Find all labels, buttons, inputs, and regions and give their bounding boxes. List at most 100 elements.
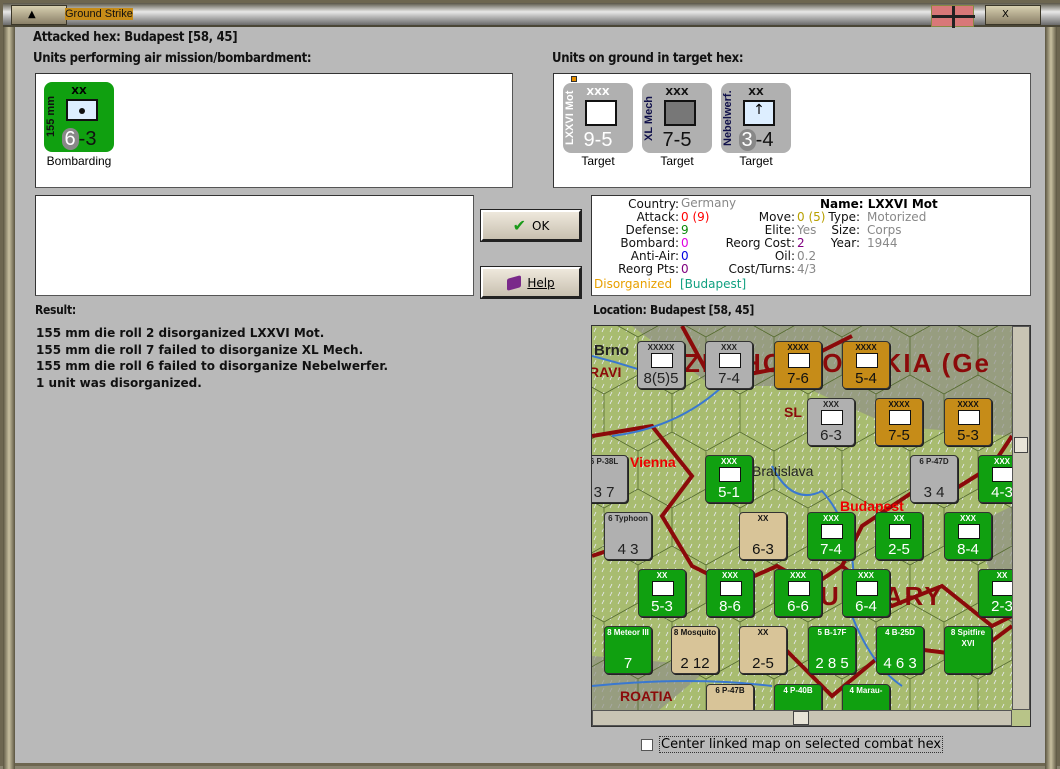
combat-map[interactable]: Brno RAVI ZECHOSLOVAKIA (Ge SL A Vienna … bbox=[591, 325, 1031, 727]
map-unit-counter[interactable]: XXXXX 8(5)5 bbox=[637, 341, 685, 389]
unit-symbol-icon bbox=[685, 638, 707, 653]
map-unit-counter[interactable]: XXX 6-6 bbox=[774, 569, 822, 617]
right-frame bbox=[1045, 27, 1057, 769]
map-label-moravia: RAVI bbox=[591, 364, 622, 380]
close-button[interactable]: X bbox=[985, 5, 1041, 25]
map-unit-counter[interactable]: 8 Meteor III 7 bbox=[604, 626, 652, 674]
map-horizontal-scrollbar[interactable] bbox=[592, 710, 1012, 726]
country-value: Germany bbox=[681, 196, 737, 210]
counter-echelon: XXX bbox=[822, 514, 839, 523]
location-label: Location: Budapest [58, 45] bbox=[593, 303, 755, 317]
counter-strength: 8-4 bbox=[957, 541, 979, 558]
motorized-infantry-symbol-icon bbox=[585, 100, 617, 126]
map-vertical-scrollbar[interactable] bbox=[1012, 326, 1030, 710]
ground-strike-window: ▲ Ground Strike X Attacked hex: Budapest… bbox=[0, 0, 1060, 769]
unit-status: Target bbox=[660, 154, 694, 168]
map-unit-counter[interactable]: XXX 5-1 bbox=[705, 455, 753, 503]
unit-symbol-icon bbox=[822, 638, 844, 653]
map-unit-counter[interactable]: 6 Typhoon 4 3 bbox=[604, 512, 652, 560]
counter-echelon: XX bbox=[893, 514, 905, 523]
map-unit-counter[interactable]: 4 B-25D 4 6 3 bbox=[876, 626, 924, 674]
unit-counter-nebelwerfer[interactable]: Nebelwerf. XX ↑ 3 -4 bbox=[721, 83, 791, 153]
map-unit-counter[interactable]: XXX 7-4 bbox=[705, 341, 753, 389]
artillery-symbol-icon bbox=[66, 99, 98, 121]
unit-symbol-icon bbox=[889, 410, 911, 425]
counter-strength: 5-4 bbox=[855, 370, 877, 387]
counter-echelon: 4 Marau- bbox=[849, 686, 883, 695]
ground-units-label: Units on ground in target hex: bbox=[552, 51, 744, 66]
unit-counter-xl-mech[interactable]: XL Mech XXX 7-5 bbox=[642, 83, 712, 153]
help-book-icon bbox=[507, 274, 522, 291]
counter-echelon: XXX bbox=[857, 571, 874, 580]
counter-echelon: XXXXX bbox=[647, 343, 675, 352]
map-unit-counter[interactable]: XXXX 5-3 bbox=[944, 398, 992, 446]
unit-status: Target bbox=[739, 154, 773, 168]
map-unit-counter[interactable]: XXX 7-4 bbox=[807, 512, 855, 560]
reorg-pts-label: Reorg Pts: bbox=[618, 262, 679, 276]
map-unit-counter[interactable]: XX 2-5 bbox=[875, 512, 923, 560]
center-map-checkbox[interactable] bbox=[641, 738, 653, 751]
map-unit-counter[interactable]: 6 P-38L 3 7 bbox=[592, 455, 628, 503]
ok-button[interactable]: ✔ OK bbox=[480, 209, 582, 242]
counter-strength: 6-3 bbox=[752, 541, 774, 558]
unit-status: Bombarding bbox=[46, 154, 112, 168]
map-unit-counter[interactable]: XXX 8-4 bbox=[944, 512, 992, 560]
counter-echelon: XX bbox=[656, 571, 668, 580]
map-unit-counter[interactable]: XXX 8-6 bbox=[706, 569, 754, 617]
unit-symbol-icon bbox=[890, 638, 912, 653]
center-map-checkbox-label[interactable]: Center linked map on selected combat hex bbox=[659, 736, 944, 753]
horizontal-scroll-thumb[interactable] bbox=[793, 711, 809, 725]
map-unit-counter[interactable]: XX 2-5 bbox=[739, 626, 787, 674]
counter-echelon: XXXX bbox=[957, 400, 979, 409]
vertical-scroll-thumb[interactable] bbox=[1014, 437, 1028, 453]
unit-symbol-icon bbox=[958, 410, 980, 425]
counter-echelon: 6 P-47D bbox=[919, 457, 949, 466]
message-box bbox=[35, 195, 474, 296]
help-button[interactable]: Help bbox=[480, 266, 582, 299]
attacked-hex-label: Attacked hex: Budapest [58, 45] bbox=[33, 30, 238, 45]
reorg-pts-value: 0 bbox=[681, 262, 689, 276]
counter-strength: 4 6 3 bbox=[883, 655, 917, 672]
counter-strength: 8(5)5 bbox=[643, 370, 679, 387]
map-unit-counter[interactable]: XXXX 7-6 bbox=[774, 341, 822, 389]
result-list: 155 mm die roll 2 disorganized LXXVI Mot… bbox=[36, 325, 388, 391]
unit-status: Target bbox=[581, 154, 615, 168]
unit-counter-155mm[interactable]: 155 mm XX 6 -3 bbox=[44, 82, 114, 152]
unit-counter-lxxvi-mot[interactable]: LXXVI Mot XXX 9-5 bbox=[563, 83, 633, 153]
move-label: Move: bbox=[758, 210, 795, 224]
counter-strength: 7 bbox=[623, 655, 633, 672]
unit-symbol-icon bbox=[856, 353, 878, 368]
type-label: Type: bbox=[828, 210, 860, 224]
mechanized-symbol-icon bbox=[664, 100, 696, 126]
counter-strength: 2 8 5 bbox=[815, 655, 849, 672]
counter-echelon: XXX bbox=[720, 343, 737, 352]
air-units-label: Units performing air mission/bombardment… bbox=[33, 51, 312, 66]
map-unit-counter[interactable]: 5 B-17F 2 8 5 bbox=[808, 626, 856, 674]
unit-symbol-icon bbox=[958, 524, 980, 539]
map-unit-counter[interactable]: XX 5-3 bbox=[638, 569, 686, 617]
center-map-checkbox-row[interactable]: Center linked map on selected combat hex bbox=[641, 736, 944, 753]
bombard-label: Bombard: bbox=[620, 236, 679, 250]
year-value: 1944 bbox=[867, 236, 898, 250]
unit-symbol-icon bbox=[652, 581, 674, 596]
unit-symbol-icon bbox=[924, 467, 946, 482]
map-unit-counter[interactable]: 8 Spitfire XVI bbox=[944, 626, 992, 674]
counter-strength: 5-3 bbox=[651, 598, 673, 615]
german-flag-icon bbox=[931, 5, 975, 28]
unit-symbol-icon bbox=[821, 410, 843, 425]
counter-echelon: XXX bbox=[721, 571, 738, 580]
unit-symbol-icon bbox=[753, 638, 775, 653]
map-unit-counter[interactable]: XXXX 7-5 bbox=[875, 398, 923, 446]
map-unit-counter[interactable]: XXX 6-4 bbox=[842, 569, 890, 617]
counter-strength: 2 12 bbox=[680, 655, 710, 672]
minimize-button[interactable]: ▲ bbox=[11, 5, 67, 25]
counter-strength: 3 7 bbox=[593, 484, 615, 501]
map-unit-counter[interactable]: XX 6-3 bbox=[739, 512, 787, 560]
unit-symbol-icon bbox=[720, 581, 742, 596]
title-bar[interactable]: ▲ Ground Strike X bbox=[3, 3, 1060, 28]
map-unit-counter[interactable]: 6 P-47D 3 4 bbox=[910, 455, 958, 503]
map-unit-counter[interactable]: XXX 6-3 bbox=[807, 398, 855, 446]
map-unit-counter[interactable]: XXXX 5-4 bbox=[842, 341, 890, 389]
map-unit-counter[interactable]: 8 Mosquito 2 12 bbox=[671, 626, 719, 674]
map-label-croatia: ROATIA bbox=[620, 688, 673, 704]
